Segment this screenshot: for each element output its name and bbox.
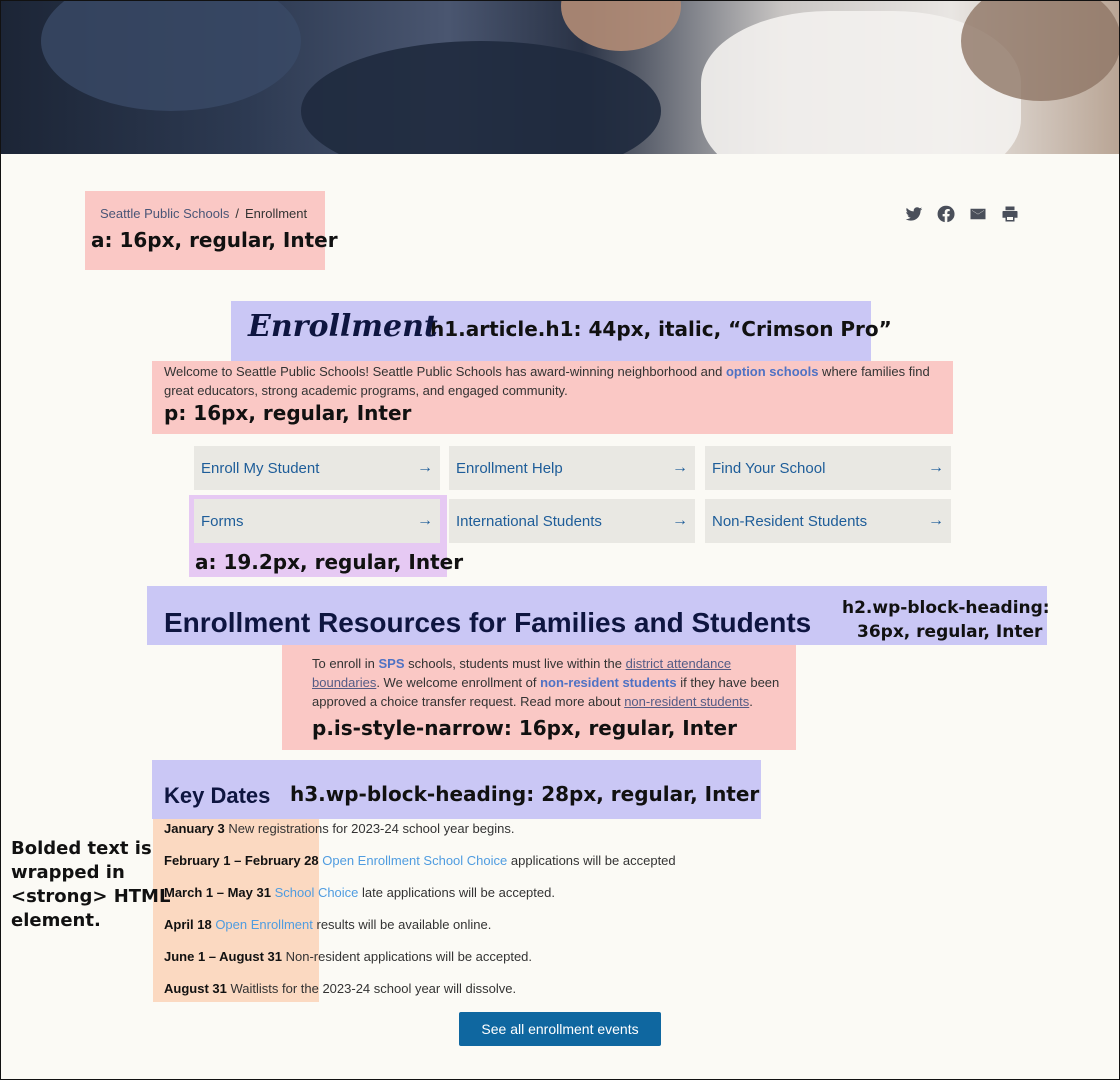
page-title: Enrollment [248,309,438,344]
date-text: Waitlists for the 2023-24 school year wi… [226,981,517,996]
list-item: March 1 – May 31 School Choice late appl… [164,883,864,915]
arrow-right-icon: → [417,459,433,476]
open-enrollment-school-choice-link[interactable]: Open Enrollment School Choice [322,853,507,868]
annotation-h3-label: h3.wp-block-heading: 28px, regular, Inte… [290,782,760,806]
list-item: April 18 Open Enrollment results will be… [164,915,864,947]
tile-label: Enroll My Student [201,459,320,477]
annotation-h1-label: h1.article.h1: 44px, italic, “Crimson Pr… [430,317,892,341]
tile-label: Forms [201,512,244,530]
intro-paragraph: Welcome to Seattle Public Schools! Seatt… [164,362,954,400]
print-icon[interactable] [1001,205,1019,223]
arrow-right-icon: → [417,512,433,529]
date-text: late applications will be accepted. [358,885,555,900]
date-label: February 1 – February 28 [164,853,319,868]
non-resident-students-link[interactable]: non-resident students [540,675,677,690]
resources-text: schools, students must live within the [404,656,626,671]
arrow-right-icon: → [672,459,688,476]
annotation-narrow-label: p.is-style-narrow: 16px, regular, Inter [312,716,737,740]
annotation-strong-note: Bolded text is wrapped in <strong> HTML … [11,838,171,931]
facebook-icon[interactable] [937,205,955,223]
arrow-right-icon: → [672,512,688,529]
email-icon[interactable] [969,205,987,223]
non-resident-students-readmore-link[interactable]: non-resident students [624,694,749,709]
list-item: February 1 – February 28 Open Enrollment… [164,851,864,883]
resources-text: . [749,694,753,709]
twitter-icon[interactable] [905,205,923,223]
key-dates-heading: Key Dates [164,783,271,808]
tile-find-your-school[interactable]: Find Your School → [705,446,951,490]
tile-label: International Students [456,512,602,530]
annotation-intro-label: p: 16px, regular, Inter [164,401,412,425]
tile-label: Non-Resident Students [712,512,868,530]
date-label: August 31 [164,981,227,996]
date-label: March 1 – May 31 [164,885,271,900]
date-text: results will be available online. [312,917,492,932]
list-item: January 3 New registrations for 2023-24 … [164,819,864,851]
tile-enroll-my-student[interactable]: Enroll My Student → [194,446,440,490]
tile-forms[interactable]: Forms → [194,499,440,543]
date-label: January 3 [164,821,225,836]
sps-link[interactable]: SPS [378,656,404,671]
resources-text: To enroll in [312,656,379,671]
hero-image [1,1,1119,154]
date-label: April 18 [164,917,212,932]
annotation-h2-label-1: h2.wp-block-heading: [842,598,1050,618]
arrow-right-icon: → [928,459,944,476]
date-text: Non-resident applications will be accept… [282,949,533,964]
annotation-h2-label-2: 36px, regular, Inter [857,622,1043,642]
resources-text: . We welcome enrollment of [376,675,541,690]
tile-label: Find Your School [712,459,826,477]
open-enrollment-link[interactable]: Open Enrollment [215,917,313,932]
breadcrumb-separator: / [235,206,239,221]
breadcrumb-home-link[interactable]: Seattle Public Schools [100,206,229,221]
share-toolbar [905,205,1019,223]
tile-non-resident-students[interactable]: Non-Resident Students → [705,499,951,543]
annotation-tile-label: a: 19.2px, regular, Inter [195,550,464,574]
annotation-breadcrumb-label: a: 16px, regular, Inter [91,228,338,252]
see-all-events-button[interactable]: See all enrollment events [459,1012,661,1046]
resources-heading: Enrollment Resources for Families and St… [164,607,812,638]
arrow-right-icon: → [928,512,944,529]
intro-text-start: Welcome to Seattle Public Schools! Seatt… [164,364,726,379]
date-text: New registrations for 2023-24 school yea… [224,821,515,836]
option-schools-link[interactable]: option schools [726,364,818,379]
resources-paragraph: To enroll in SPS schools, students must … [312,654,792,711]
breadcrumb-current: Enrollment [244,206,308,221]
breadcrumb: Seattle Public Schools / Enrollment [100,206,307,221]
date-text: applications will be accepted [507,853,676,868]
list-item: June 1 – August 31 Non-resident applicat… [164,947,864,979]
tile-international-students[interactable]: International Students → [449,499,695,543]
school-choice-link[interactable]: School Choice [275,885,359,900]
list-item: August 31 Waitlists for the 2023-24 scho… [164,979,864,1011]
tile-label: Enrollment Help [456,459,563,477]
date-label: June 1 – August 31 [164,949,282,964]
key-dates-list: January 3 New registrations for 2023-24 … [164,819,864,1011]
tile-enrollment-help[interactable]: Enrollment Help → [449,446,695,490]
